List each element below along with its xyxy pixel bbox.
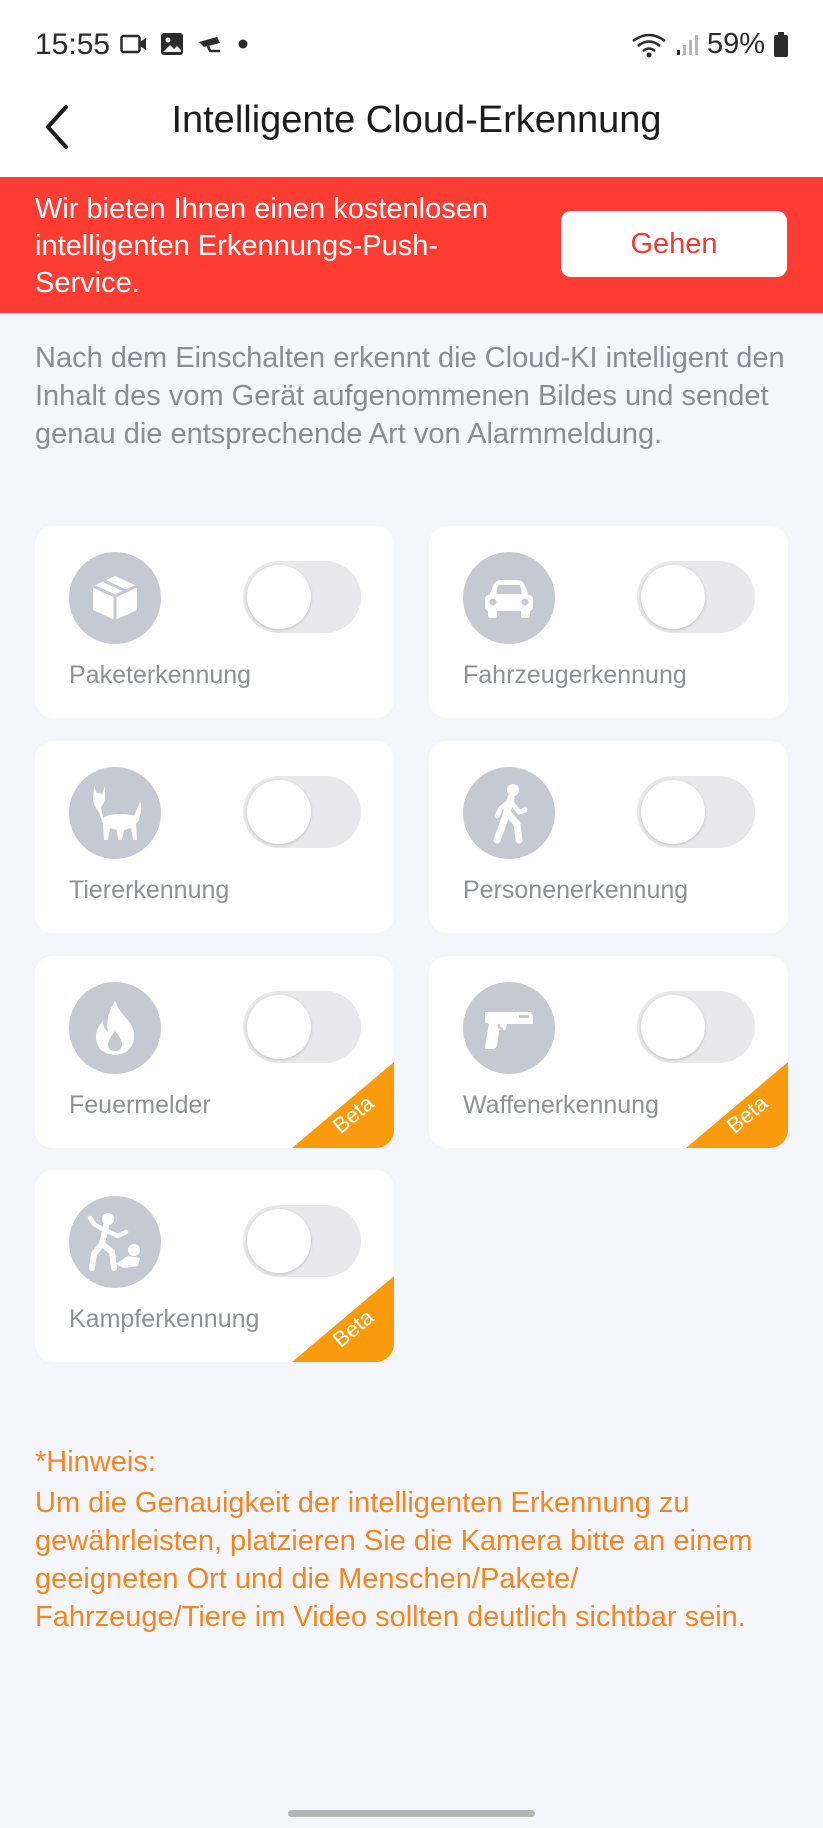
cat-icon bbox=[69, 767, 161, 859]
feature-label: Feuermelder bbox=[69, 1091, 211, 1119]
weapon-toggle[interactable] bbox=[637, 991, 755, 1063]
toggle-knob bbox=[247, 780, 311, 844]
beta-ribbon: Beta bbox=[292, 1276, 394, 1362]
app-bar: Intelligente Cloud-Erkennung bbox=[0, 95, 823, 177]
battery-percentage: 59% bbox=[706, 28, 765, 60]
fight-icon bbox=[69, 1196, 161, 1288]
feature-label: Tiererkennung bbox=[69, 876, 230, 904]
promo-banner: Wir bieten Ihnen einen kostenlosen intel… bbox=[0, 177, 823, 313]
feature-label: Fahrzeugerkennung bbox=[463, 661, 687, 689]
battery-icon bbox=[774, 31, 788, 57]
person-toggle[interactable] bbox=[637, 776, 755, 848]
person-walking-icon bbox=[463, 767, 555, 859]
beta-ribbon: Beta bbox=[292, 1062, 394, 1148]
toggle-knob bbox=[641, 565, 705, 629]
feature-card-fight: Kampferkennung Beta bbox=[35, 1170, 394, 1362]
feature-label: Personenerkennung bbox=[463, 876, 689, 904]
toggle-knob bbox=[247, 995, 311, 1059]
feature-card-animal: Tiererkennung bbox=[35, 741, 394, 933]
beta-ribbon: Beta bbox=[686, 1062, 788, 1148]
hint-text: Um die Genauigkeit der intelligenten Erk… bbox=[35, 1487, 753, 1633]
feature-card-package: Paketerkennung bbox=[35, 526, 394, 718]
home-indicator[interactable] bbox=[288, 1810, 535, 1817]
feature-label: Waffenerkennung bbox=[463, 1091, 659, 1119]
feature-card-weapon: Waffenerkennung Beta bbox=[429, 956, 788, 1148]
wifi-icon bbox=[632, 33, 666, 57]
toggle-knob bbox=[641, 995, 705, 1059]
fire-toggle[interactable] bbox=[243, 991, 361, 1063]
image-icon bbox=[161, 33, 183, 55]
toggle-knob bbox=[247, 1209, 311, 1273]
video-camera-icon bbox=[120, 34, 146, 54]
security-camera-icon bbox=[199, 37, 220, 53]
promo-text: Wir bieten Ihnen einen kostenlosen intel… bbox=[35, 193, 489, 299]
page-title: Intelligente Cloud-Erkennung bbox=[171, 99, 662, 141]
notification-icons bbox=[120, 32, 250, 56]
feature-label: Paketerkennung bbox=[69, 661, 252, 689]
status-right: 59% bbox=[631, 28, 789, 61]
package-toggle[interactable] bbox=[243, 561, 361, 633]
gun-icon bbox=[463, 982, 555, 1074]
car-icon bbox=[463, 552, 555, 644]
dot-icon bbox=[238, 39, 248, 49]
feature-card-fire: Feuermelder Beta bbox=[35, 956, 394, 1148]
feature-label: Kampferkennung bbox=[69, 1305, 260, 1333]
description-text: Nach dem Einschalten erkennt die Cloud-K… bbox=[35, 342, 785, 450]
status-time: 15:55 bbox=[35, 28, 111, 61]
package-icon bbox=[69, 552, 161, 644]
fight-toggle[interactable] bbox=[243, 1205, 361, 1277]
signal-icon bbox=[676, 34, 698, 55]
animal-toggle[interactable] bbox=[243, 776, 361, 848]
status-bar: 15:55 59% bbox=[0, 0, 823, 95]
vehicle-toggle[interactable] bbox=[637, 561, 755, 633]
flame-icon bbox=[69, 982, 161, 1074]
feature-card-vehicle: Fahrzeugerkennung bbox=[429, 526, 788, 718]
go-button[interactable]: Gehen bbox=[561, 211, 787, 277]
feature-card-person: Personenerkennung bbox=[429, 741, 788, 933]
toggle-knob bbox=[247, 565, 311, 629]
toggle-knob bbox=[641, 780, 705, 844]
hint-title: *Hinweis: bbox=[35, 1446, 156, 1478]
